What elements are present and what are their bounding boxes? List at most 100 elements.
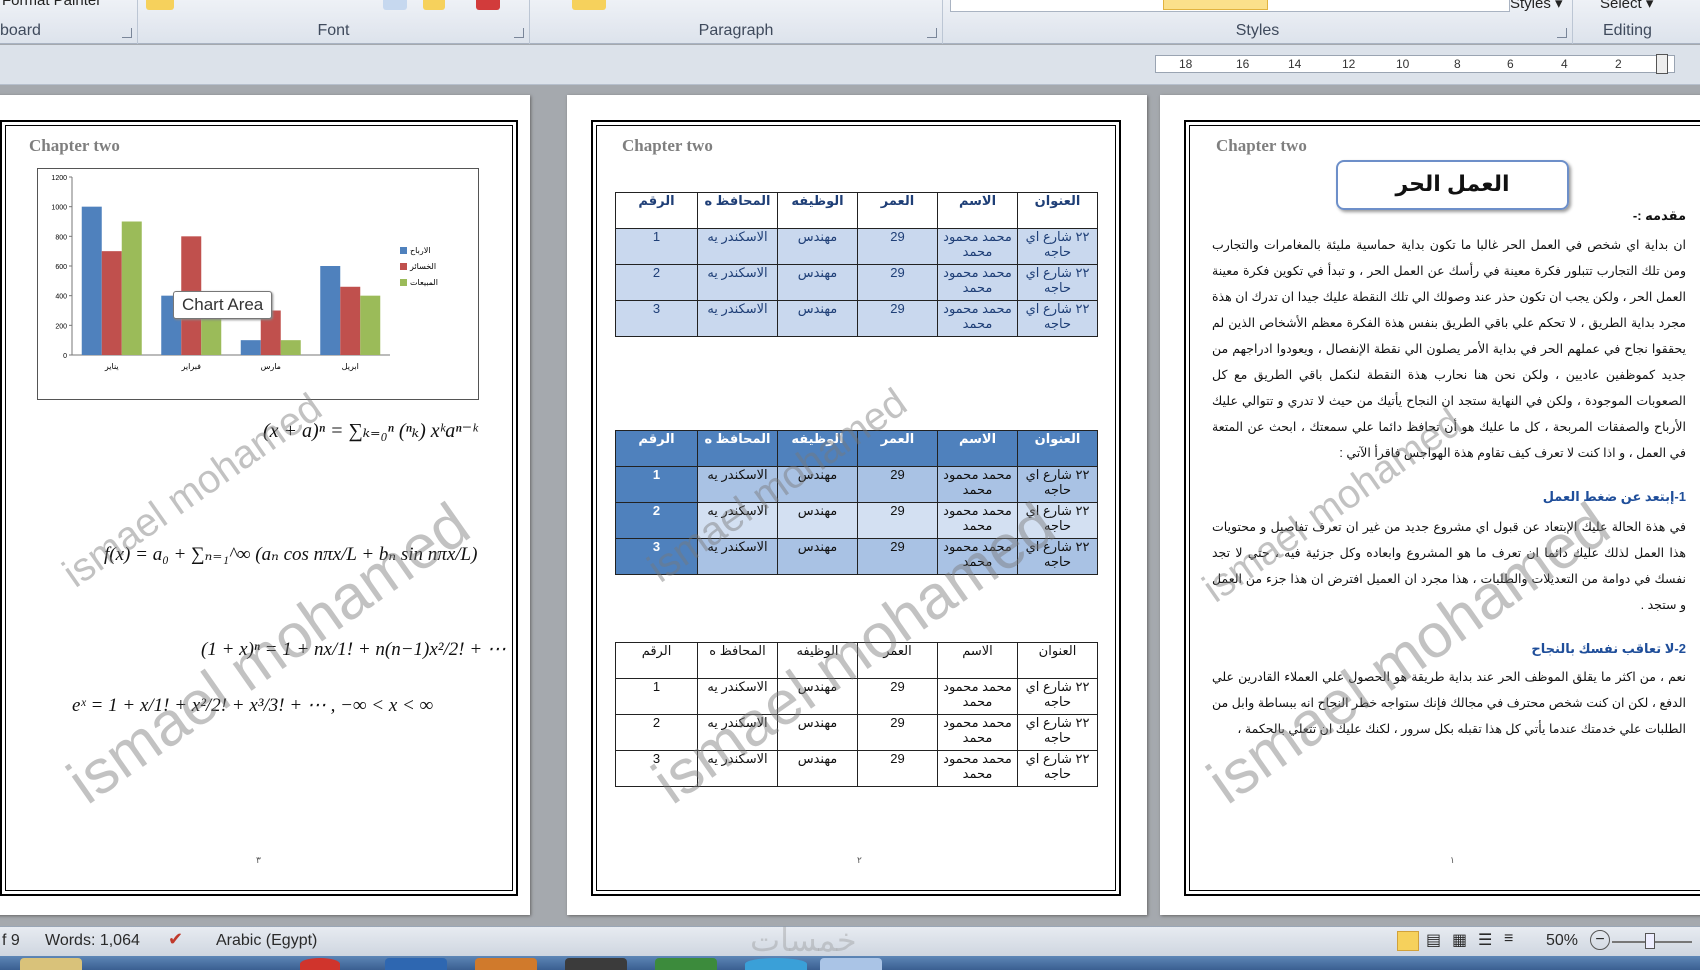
- chart-bar: [240, 340, 261, 355]
- table-cell: 29: [857, 228, 938, 265]
- styles-dialog-launcher-icon[interactable]: [1557, 28, 1567, 38]
- styles-group-label: Styles: [1235, 22, 1280, 39]
- table-cell: محمد محمود محمد: [937, 750, 1018, 787]
- chart-area-tooltip: Chart Area: [173, 291, 273, 319]
- taskbar-item[interactable]: [385, 958, 447, 970]
- header-cell: العنوان: [1017, 192, 1098, 229]
- y-tick-label: 1200: [51, 175, 67, 182]
- data-table-light[interactable]: العنوان الاسم العمر الوظيفه المحافظ ه الرقم ٢…: [615, 192, 1098, 337]
- highlight-color-icon[interactable]: [423, 0, 445, 10]
- header-cell: العنوان: [1017, 430, 1098, 467]
- taskbar-item[interactable]: [745, 958, 807, 970]
- change-styles-button[interactable]: Styles ▾: [1510, 0, 1563, 12]
- header-cell: الاسم: [937, 642, 1018, 679]
- chapter-heading: Chapter two: [29, 136, 120, 155]
- proofing-icon[interactable]: ✔: [168, 929, 183, 950]
- ruler-label: 12: [1342, 57, 1356, 71]
- y-tick-label: 400: [55, 294, 67, 301]
- taskbar-item[interactable]: [565, 958, 627, 970]
- taskbar-item[interactable]: [655, 958, 717, 970]
- clipboard-dialog-launcher-icon[interactable]: [122, 28, 132, 38]
- zoom-out-icon[interactable]: −: [1590, 930, 1610, 950]
- legend-swatch: [400, 263, 407, 270]
- footer-watermark: خمسات: [750, 922, 857, 958]
- legend-label: المبيعات: [410, 278, 438, 287]
- y-tick-label: 0: [63, 353, 67, 360]
- table-cell: محمد محمود محمد: [937, 300, 1018, 337]
- table-cell: 3: [615, 300, 698, 337]
- page-indicator[interactable]: f 9: [2, 932, 20, 950]
- header-cell: العمر: [857, 192, 938, 229]
- language-indicator[interactable]: Arabic (Egypt): [216, 932, 317, 950]
- table-cell: 1: [615, 228, 698, 265]
- taskbar-item[interactable]: [300, 958, 340, 970]
- table-cell: ٢٢ شارع اي حاجه: [1017, 300, 1098, 337]
- ruler-label: 6: [1507, 57, 1514, 71]
- outline-icon[interactable]: ☰: [1478, 930, 1492, 950]
- table-cell: الاسكندر يه: [697, 300, 778, 337]
- taskbar-item[interactable]: [475, 958, 537, 970]
- paragraph-dialog-launcher-icon[interactable]: [927, 28, 937, 38]
- font-group-label: Font: [317, 22, 350, 39]
- web-layout-icon[interactable]: ▦: [1452, 930, 1467, 950]
- table-row: ٢٢ شارع اي حاجه محمد محمود محمد 29 مهندس الا…: [615, 228, 1098, 265]
- zoom-level[interactable]: 50%: [1546, 932, 1578, 950]
- full-screen-reading-icon[interactable]: ▤: [1426, 930, 1441, 950]
- header-cell: الوظيفه: [777, 192, 858, 229]
- chart-bar: [280, 340, 301, 355]
- header-cell: الرقم: [615, 642, 698, 679]
- table-cell: 29: [857, 300, 938, 337]
- chart-bar: [320, 266, 341, 355]
- paragraph-group: Paragraph: [530, 0, 943, 44]
- right-indent-marker-icon[interactable]: [1656, 54, 1668, 74]
- table-cell: ٢٢ شارع اي حاجه: [1017, 228, 1098, 265]
- format-painter-button[interactable]: Format Painter: [2, 0, 101, 9]
- clipboard-group-label: board: [0, 22, 41, 39]
- chart-area[interactable]: 0 200 400 600 800 1000 1200 يناير فبراير مارس ابري…: [37, 168, 479, 400]
- table-cell: 29: [857, 714, 938, 751]
- section-heading-2: 2-لا تعاقب نفسك بالنجاح: [1531, 641, 1686, 656]
- draft-icon[interactable]: ≡: [1504, 930, 1513, 948]
- word-count[interactable]: Words: 1,064: [45, 932, 140, 950]
- font-group: Font: [138, 0, 530, 44]
- header-cell: الاسم: [937, 430, 1018, 467]
- highlight-icon[interactable]: [146, 0, 174, 10]
- y-tick-label: 200: [55, 323, 67, 330]
- ruler-label: 4: [1561, 57, 1568, 71]
- legend-label: الخسائر: [409, 262, 436, 271]
- table-cell: 29: [857, 466, 938, 503]
- table-cell: مهندس: [777, 228, 858, 265]
- taskbar-item[interactable]: [20, 958, 82, 970]
- chart-bar: [101, 251, 122, 355]
- ruler-label: 10: [1396, 57, 1410, 71]
- chart-bar: [121, 221, 142, 355]
- x-tick-label: فبراير: [180, 362, 201, 371]
- styles-group: Styles: [943, 0, 1573, 44]
- legend-swatch: [400, 279, 407, 286]
- table-row: ٢٢ شارع اي حاجه محمد محمود محمد 29 مهندس الا…: [615, 300, 1098, 337]
- chapter-heading: Chapter two: [622, 136, 713, 155]
- status-bar: f 9 Words: 1,064 ✔ Arabic (Egypt) خمسات …: [0, 922, 1700, 958]
- font-color-icon[interactable]: [476, 0, 500, 10]
- ruler-label: 16: [1236, 57, 1250, 71]
- table-cell: 29: [857, 502, 938, 539]
- table-cell: ٢٢ شارع اي حاجه: [1017, 750, 1098, 787]
- y-tick-label: 800: [55, 234, 67, 241]
- table-cell: محمد محمود محمد: [937, 466, 1018, 503]
- horizontal-ruler[interactable]: 18 16 14 12 10 8 6 4 2: [1155, 54, 1675, 74]
- print-layout-icon[interactable]: [1397, 931, 1419, 951]
- table-cell: 1: [615, 466, 698, 503]
- text-effects-icon[interactable]: [383, 0, 407, 10]
- zoom-slider-thumb[interactable]: [1645, 933, 1655, 949]
- taskbar-item[interactable]: [820, 958, 882, 970]
- article-title-box[interactable]: العمل الحر: [1336, 160, 1569, 210]
- chart-bar: [360, 295, 381, 355]
- font-dialog-launcher-icon[interactable]: [514, 28, 524, 38]
- y-tick-label: 600: [55, 264, 67, 271]
- table-cell: مهندس: [777, 300, 858, 337]
- chart-bar: [81, 206, 102, 355]
- header-cell: المحافظ ه: [697, 430, 778, 467]
- shading-icon[interactable]: [572, 0, 606, 10]
- indent-marker-icon[interactable]: [1216, 64, 1226, 72]
- select-button[interactable]: Select ▾: [1600, 0, 1653, 12]
